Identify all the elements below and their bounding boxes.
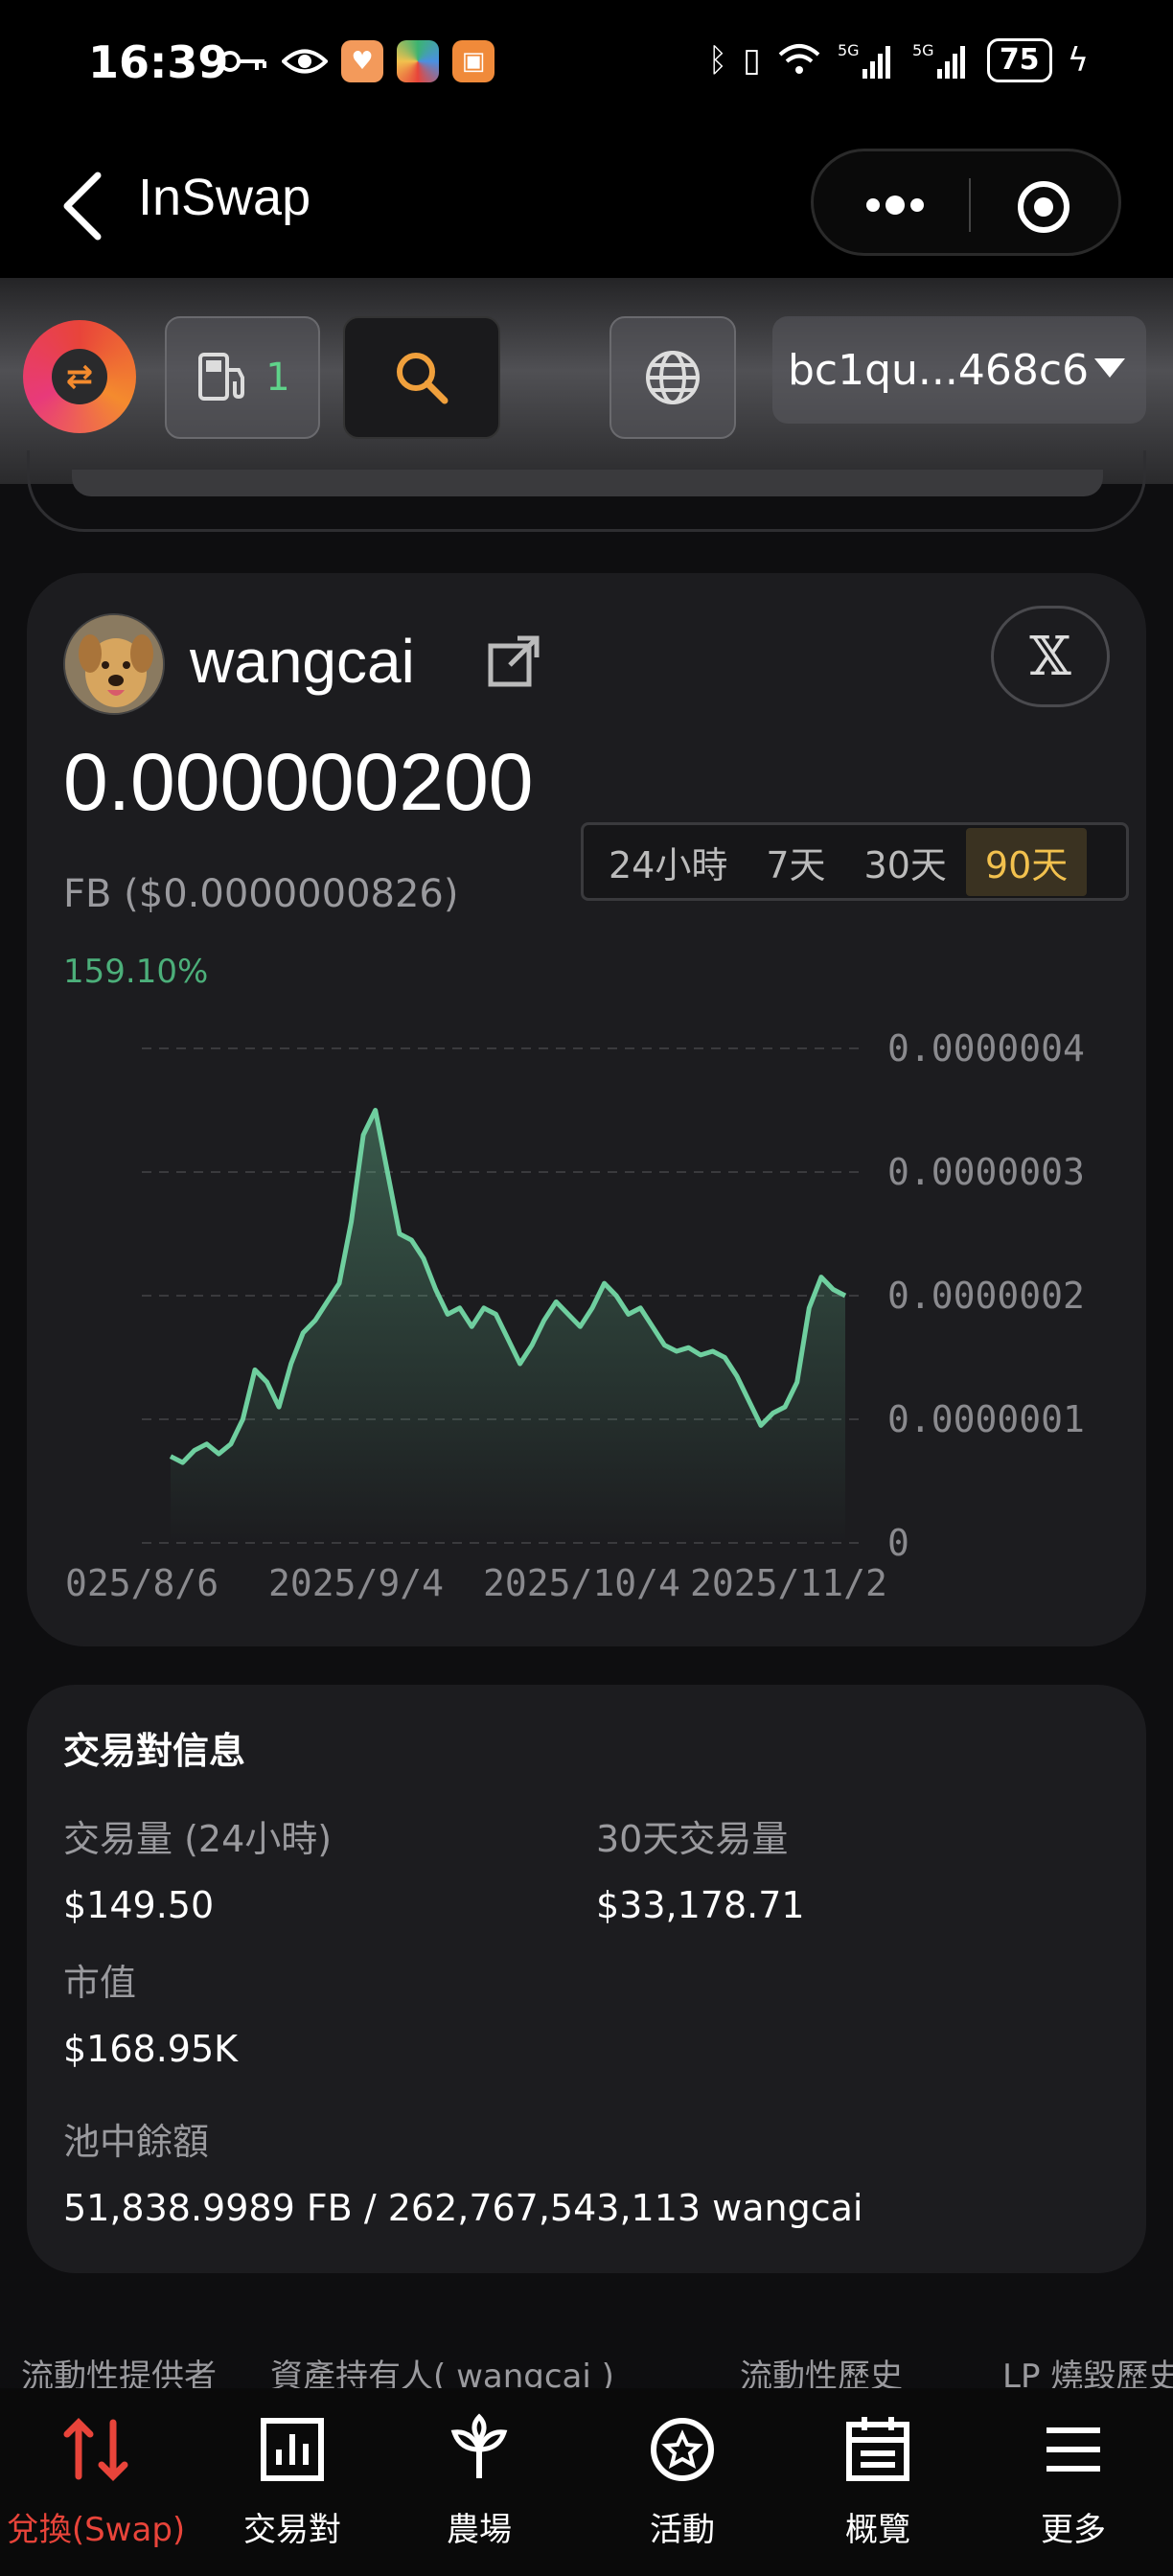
pool-balance-value: 51,838.9989 FB / 262,767,543,113 wangcai xyxy=(63,2187,863,2229)
dog-avatar-image xyxy=(65,615,163,713)
nav-events[interactable]: 活動 xyxy=(586,2411,778,2550)
nav-farm[interactable]: 農場 xyxy=(383,2411,575,2550)
market-cap-label: 市值 xyxy=(63,1962,137,2004)
menu-icon xyxy=(1046,2427,1100,2472)
x-tick-label: 2025/10/4 xyxy=(483,1562,680,1604)
calendar-icon xyxy=(846,2417,909,2481)
svg-text:5G: 5G xyxy=(912,41,934,59)
sprout-icon xyxy=(450,2413,508,2478)
title-bar: InSwap xyxy=(0,139,1173,278)
mini-program-capsule xyxy=(811,149,1121,256)
y-tick-label: 0.0000002 xyxy=(887,1275,1085,1317)
nav-events-label: 活動 xyxy=(650,2511,715,2549)
price-area xyxy=(171,1110,845,1543)
x-twitter-button[interactable]: 𝕏 xyxy=(991,606,1110,707)
nav-more[interactable]: 更多 xyxy=(978,2411,1169,2550)
volume-30d-value: $33,178.71 xyxy=(596,1884,805,1926)
nav-pairs-label: 交易對 xyxy=(243,2511,341,2549)
inswap-logo[interactable]: ⇄ xyxy=(23,320,136,433)
language-button[interactable] xyxy=(610,316,736,439)
volume-24h-value: $149.50 xyxy=(63,1884,215,1926)
range-tab-7d[interactable]: 7天 xyxy=(747,828,844,896)
pair-info-title: 交易對信息 xyxy=(63,1730,246,1772)
x-tick-label: 025/8/6 xyxy=(65,1562,218,1604)
star-badge-icon xyxy=(651,2418,714,2481)
price-change: 159.10% xyxy=(63,953,209,991)
tab-lp-burn-history[interactable]: LP 燒毀歷史 xyxy=(1002,2350,1173,2388)
status-left-icons: ♥ ▣ xyxy=(218,40,494,82)
nav-farm-label: 農場 xyxy=(447,2511,512,2549)
5g-signal-icon: 5G xyxy=(912,41,965,79)
nav-more-label: 更多 xyxy=(1041,2511,1106,2549)
volume-24h-label: 交易量 (24小時) xyxy=(63,1818,333,1860)
token-name: wangcai xyxy=(190,627,415,696)
vibrate-icon: ▯ xyxy=(743,41,761,80)
bottom-nav: 兌換(Swap) 交易對 農場 活動 概覽 更多 xyxy=(0,2388,1173,2576)
status-right-icons: ᛒ ▯ 5G 5G 75 ϟ xyxy=(708,38,1089,82)
nav-overview-label: 概覽 xyxy=(845,2511,910,2549)
more-dots-icon[interactable] xyxy=(862,178,929,232)
app-icon: ▣ xyxy=(452,40,494,82)
wallet-selector[interactable]: bc1qu...468c6 xyxy=(772,316,1146,424)
back-arrow-icon[interactable] xyxy=(56,168,113,244)
gas-count: 1 xyxy=(265,356,290,400)
wifi-icon xyxy=(778,44,820,74)
eye-icon xyxy=(282,49,328,74)
close-target-icon[interactable] xyxy=(1015,178,1072,236)
globe-icon xyxy=(646,351,700,404)
chevron-down-icon xyxy=(1094,358,1125,378)
5g-signal-icon: 5G xyxy=(838,41,890,79)
search-icon xyxy=(397,353,448,404)
token-avatar xyxy=(63,613,165,715)
pair-info-card: 交易對信息 交易量 (24小時) $149.50 30天交易量 $33,178.… xyxy=(27,1685,1146,2273)
nav-overview[interactable]: 概覽 xyxy=(782,2411,974,2550)
token-unit-price: FB ($0.0000000826) xyxy=(63,872,459,916)
time-range-tabs: 24小時 7天 30天 90天 xyxy=(581,822,1129,901)
x-tick-label: 2025/9/4 xyxy=(268,1562,444,1604)
market-cap-value: $168.95K xyxy=(63,2028,239,2070)
external-link-icon[interactable] xyxy=(485,632,542,690)
tab-asset-holders[interactable]: 資產持有人( wangcai ) xyxy=(270,2350,614,2388)
x-tick-label: 2025/11/2 xyxy=(690,1562,887,1604)
status-bar: 16:39 ♥ ▣ ᛒ ▯ 5G 5G 75 ϟ xyxy=(0,0,1173,139)
swap-icon xyxy=(63,2418,128,2481)
bluetooth-icon: ᛒ xyxy=(707,41,728,80)
key-icon xyxy=(219,51,266,72)
range-tab-90d[interactable]: 90天 xyxy=(965,827,1088,896)
gas-button[interactable]: 1 xyxy=(165,316,320,439)
previous-card-edge xyxy=(27,450,1146,532)
app-icon: ♥ xyxy=(341,40,383,82)
swap-arrows-icon: ⇄ xyxy=(52,349,107,404)
nav-swap[interactable]: 兌換(Swap) xyxy=(0,2411,192,2550)
gas-pump-icon xyxy=(198,353,245,401)
app-title: InSwap xyxy=(138,169,311,226)
x-logo-icon: 𝕏 xyxy=(1029,625,1071,688)
status-time: 16:39 xyxy=(88,36,229,88)
battery-level: 75 xyxy=(986,38,1052,82)
nav-pairs[interactable]: 交易對 xyxy=(196,2411,388,2550)
tab-liquidity-providers[interactable]: 流動性提供者 xyxy=(21,2350,217,2388)
range-tab-24h[interactable]: 24小時 xyxy=(589,828,747,896)
pool-balance-label: 池中餘額 xyxy=(63,2121,210,2163)
charging-icon: ϟ xyxy=(1067,41,1089,80)
y-tick-label: 0 xyxy=(887,1522,909,1564)
app-icon xyxy=(397,40,439,82)
search-button[interactable] xyxy=(343,316,500,439)
chart-icon xyxy=(261,2418,324,2481)
y-tick-label: 0.0000003 xyxy=(887,1151,1085,1193)
y-tick-label: 0.0000001 xyxy=(887,1398,1085,1440)
previous-card-bar xyxy=(72,470,1103,496)
capsule-divider xyxy=(969,178,971,232)
svg-text:5G: 5G xyxy=(838,41,860,59)
range-tab-30d[interactable]: 30天 xyxy=(845,828,966,896)
token-price: 0.000000200 xyxy=(63,737,534,827)
tab-liquidity-history[interactable]: 流動性歷史 xyxy=(740,2350,903,2388)
wallet-address: bc1qu...468c6 xyxy=(788,345,1090,395)
y-tick-label: 0.0000004 xyxy=(887,1027,1085,1070)
sub-tabs-strip: 流動性提供者 資產持有人( wangcai ) 流動性歷史 LP 燒毀歷史 xyxy=(0,2350,1173,2388)
nav-swap-label: 兌換(Swap) xyxy=(6,2511,186,2549)
price-chart[interactable]: 0.0000004 0.0000003 0.0000002 0.0000001 0 025… xyxy=(27,997,1146,1629)
volume-30d-label: 30天交易量 xyxy=(596,1818,789,1860)
